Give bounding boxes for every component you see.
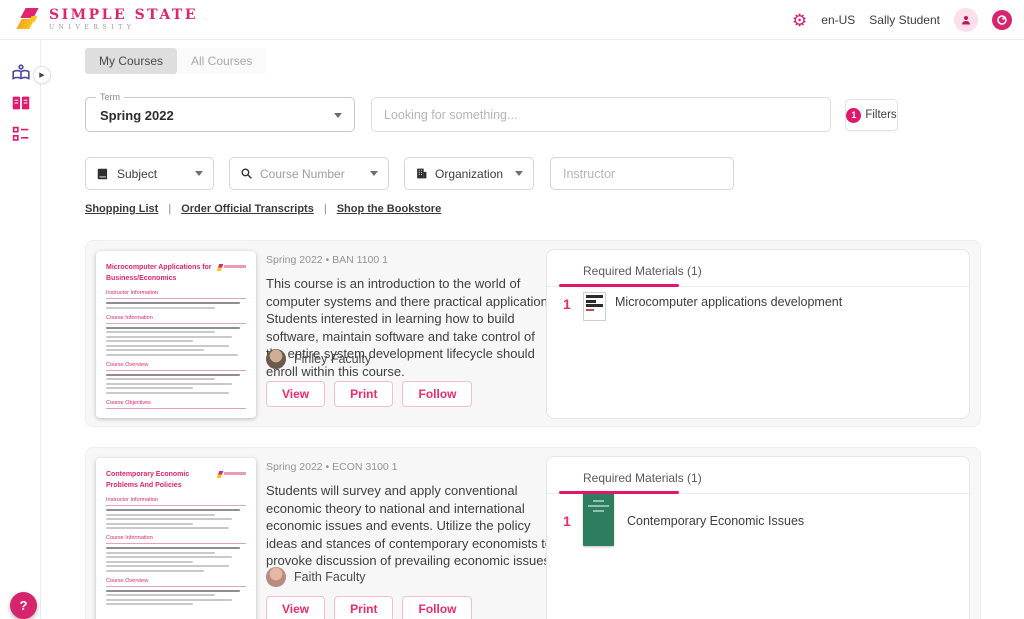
sidebar-item-learning[interactable] xyxy=(10,62,32,84)
follow-button[interactable]: Follow xyxy=(402,381,472,407)
settings-gear-icon[interactable]: ⚙ xyxy=(792,12,807,29)
filters-button[interactable]: 1 Filters xyxy=(845,99,898,131)
preview-text-lines xyxy=(106,302,246,309)
course-actions: View Print Follow xyxy=(266,381,472,407)
header-actions: ⚙ en-US Sally Student xyxy=(792,0,1012,40)
preview-logo xyxy=(218,471,246,478)
reader-book-icon xyxy=(10,62,32,84)
university-logo-icon xyxy=(16,6,40,32)
instructor-avatar xyxy=(266,349,286,369)
university-logo[interactable]: SIMPLE STATE UNIVERSITY xyxy=(16,6,198,32)
app-canvas: SIMPLE STATE UNIVERSITY ⚙ en-US Sally St… xyxy=(0,0,1024,619)
instructor-field xyxy=(550,157,734,190)
search-box xyxy=(371,97,831,132)
course-term-code: Spring 2022 • BAN 1100 1 xyxy=(266,254,388,266)
course-syllabus-preview[interactable]: Contemporary Economic Problems And Polic… xyxy=(96,458,256,619)
course-card-ban1100: Microcomputer Applications for Business/… xyxy=(85,240,981,427)
chevron-right-icon: ▶ xyxy=(39,71,44,79)
preview-section-heading: Course Overview xyxy=(106,362,246,371)
logo-title: SIMPLE STATE xyxy=(49,8,198,22)
material-title[interactable]: Contemporary Economic Issues xyxy=(627,513,867,531)
instructor-name: Finley Faculty xyxy=(294,352,371,366)
sidebar-item-courses[interactable] xyxy=(10,92,32,114)
chevron-down-icon xyxy=(370,171,378,176)
term-select-label: Term xyxy=(96,92,124,102)
left-sidebar xyxy=(0,40,41,619)
required-materials-tab[interactable]: Required Materials (1) xyxy=(583,471,702,485)
print-button[interactable]: Print xyxy=(334,381,393,407)
sidebar-expand-button[interactable]: ▶ xyxy=(33,66,51,84)
material-index: 1 xyxy=(563,296,571,312)
order-transcripts-link[interactable]: Order Official Transcripts xyxy=(181,203,314,215)
user-name[interactable]: Sally Student xyxy=(869,13,940,27)
search-input[interactable] xyxy=(372,98,830,131)
logo-subtitle: UNIVERSITY xyxy=(49,25,198,31)
resource-center-icon xyxy=(996,14,1008,26)
required-materials-panel: Required Materials (1) 1 Contemporary Ec… xyxy=(546,456,970,619)
course-actions: View Print Follow xyxy=(266,596,472,619)
instructor-avatar xyxy=(266,567,286,587)
locale-selector[interactable]: en-US xyxy=(821,13,855,27)
instructor-input[interactable] xyxy=(551,158,733,189)
book-cover-thumbnail xyxy=(583,292,606,321)
required-materials-panel: Required Materials (1) 1 Microcomputer a… xyxy=(546,249,970,419)
course-number-dropdown[interactable]: Course Number xyxy=(229,157,389,190)
shop-bookstore-link[interactable]: Shop the Bookstore xyxy=(337,203,442,215)
preview-section-heading: Instructor Information xyxy=(106,497,246,506)
course-description: Students will survey and apply conventio… xyxy=(266,482,554,570)
preview-section-heading: Course Overview xyxy=(106,578,246,587)
term-select-value: Spring 2022 xyxy=(100,108,174,123)
preview-section-heading: Course Objectives xyxy=(106,400,246,409)
building-icon xyxy=(415,167,428,180)
subject-dropdown[interactable]: Subject xyxy=(85,157,214,190)
filters-count-badge: 1 xyxy=(846,108,861,123)
view-button[interactable]: View xyxy=(266,381,325,407)
preview-text-lines xyxy=(106,547,246,572)
main-content: My Courses All Courses Term Spring 2022 … xyxy=(41,40,1024,619)
instructor-row: Faith Faculty xyxy=(266,567,366,587)
term-select[interactable]: Term Spring 2022 xyxy=(85,97,355,132)
organization-dropdown[interactable]: Organization xyxy=(404,157,534,190)
preview-section-heading: Course Information xyxy=(106,535,246,544)
preview-title: Microcomputer Applications for Business/… xyxy=(106,263,216,284)
person-icon xyxy=(960,14,972,26)
top-header: SIMPLE STATE UNIVERSITY ⚙ en-US Sally St… xyxy=(0,0,1024,40)
subject-book-icon xyxy=(96,167,110,181)
follow-button[interactable]: Follow xyxy=(402,596,472,619)
preview-text-lines xyxy=(106,509,246,529)
material-index: 1 xyxy=(563,513,571,529)
chevron-down-icon xyxy=(195,171,203,176)
preview-section-heading: Course Information xyxy=(106,315,246,324)
chevron-down-icon xyxy=(334,113,342,118)
course-tabs: My Courses All Courses xyxy=(85,48,266,74)
required-materials-tab[interactable]: Required Materials (1) xyxy=(583,264,702,278)
tab-all-courses[interactable]: All Courses xyxy=(177,48,266,74)
course-term-code: Spring 2022 • ECON 3100 1 xyxy=(266,461,398,473)
course-syllabus-preview[interactable]: Microcomputer Applications for Business/… xyxy=(96,251,256,418)
view-button[interactable]: View xyxy=(266,596,325,619)
preview-section-heading: Instructor Information xyxy=(106,290,246,299)
search-icon xyxy=(240,167,253,180)
help-button[interactable]: ? xyxy=(10,592,37,619)
resource-center-button[interactable] xyxy=(992,10,1012,30)
course-card-econ3100: Contemporary Economic Problems And Polic… xyxy=(85,447,981,619)
shopping-list-link[interactable]: Shopping List xyxy=(85,203,158,215)
quick-links: Shopping List | Order Official Transcrip… xyxy=(85,203,441,215)
checklist-icon xyxy=(10,123,32,145)
preview-logo xyxy=(218,264,246,271)
preview-text-lines xyxy=(106,327,246,356)
chevron-down-icon xyxy=(515,171,523,176)
material-title[interactable]: Microcomputer applications development xyxy=(615,294,855,312)
preview-title: Contemporary Economic Problems And Polic… xyxy=(106,470,216,491)
book-cover-thumbnail xyxy=(583,493,614,546)
preview-text-lines xyxy=(106,590,246,606)
instructor-name: Faith Faculty xyxy=(294,570,366,584)
open-book-icon xyxy=(10,92,32,114)
instructor-row: Finley Faculty xyxy=(266,349,371,369)
sidebar-item-checklist[interactable] xyxy=(10,123,32,145)
preview-text-lines xyxy=(106,374,246,394)
user-avatar-button[interactable] xyxy=(954,8,978,32)
tab-my-courses[interactable]: My Courses xyxy=(85,48,177,74)
print-button[interactable]: Print xyxy=(334,596,393,619)
